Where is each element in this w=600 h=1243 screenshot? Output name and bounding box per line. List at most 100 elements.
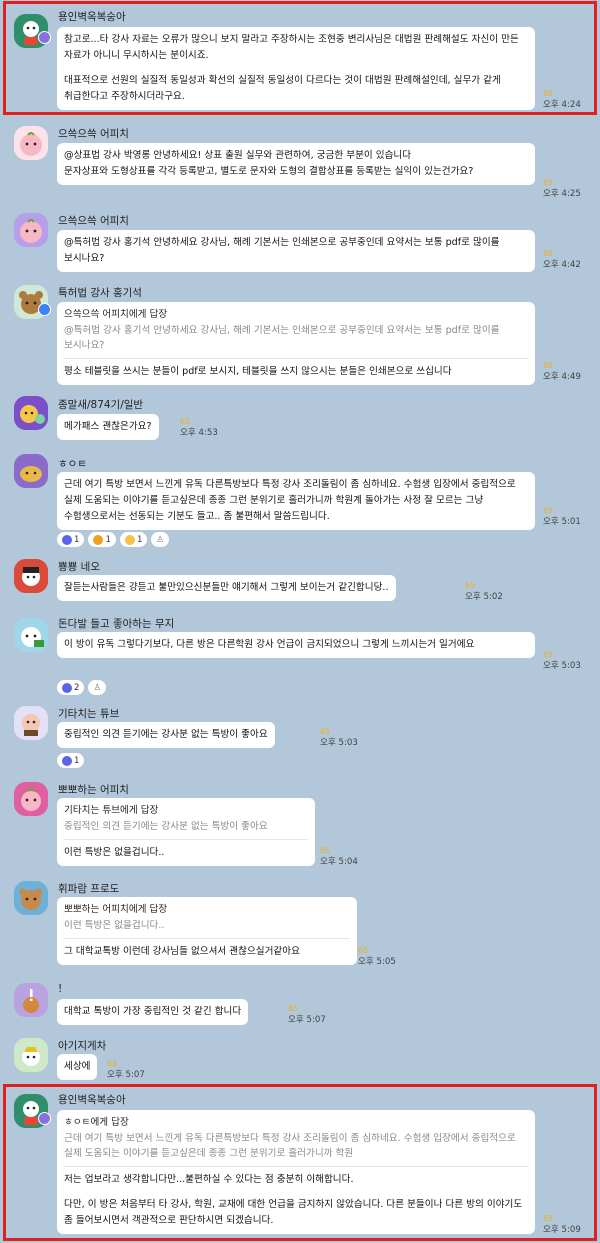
message-bubble[interactable]: 잘듣는사람들은 걍듣고 불만있으신분들만 얘기해서 그렇게 보이는거 같긴합니당…: [57, 575, 396, 601]
message-meta: 65 오후 4:42: [543, 249, 581, 270]
avatar[interactable]: [14, 1038, 48, 1072]
message-text: 잘듣는사람들은 걍듣고 불만있으신분들만 얘기해서 그렇게 보이는거 같긴합니당…: [64, 582, 389, 593]
message-bubble[interactable]: @특허법 강사 홍기석 안녕하세요 강사님, 해례 기본서는 인쇄본으로 공부중…: [57, 230, 535, 272]
message-bubble[interactable]: 대학교 톡방이 가장 중립적인 것 같긴 합니다: [57, 999, 249, 1025]
quoted-text: 근데 여기 특방 보면서 느낀게 유독 다른특방보다 특정 강사 조리돌림이 좀…: [64, 1133, 516, 1159]
sender-name: 으쓱으쓱 어피치: [58, 215, 129, 227]
message-bubble[interactable]: 중립적인 의견 듣기에는 강사분 없는 특방이 좋아요: [57, 722, 275, 748]
message-text: 세상에: [64, 1061, 91, 1072]
laugh-icon: [93, 534, 104, 545]
unread-count: 65: [543, 249, 554, 258]
reaction-like[interactable]: 1: [57, 532, 85, 547]
reaction-laugh[interactable]: 1: [88, 532, 116, 547]
message-text: 대표적으로 선원의 실질적 동일성과 확선의 실질적 동일성이 다르다는 것이 …: [64, 75, 501, 102]
message-bubble[interactable]: 기타치는 튜브에게 답장 중립적인 의견 듣기에는 강사분 없는 특방이 좋아요…: [57, 798, 315, 866]
message-meta: 65 오후 4:25: [543, 178, 581, 199]
avatar[interactable]: [14, 983, 48, 1017]
message-bubble[interactable]: 근데 여기 특방 보면서 느낀게 유독 다른특방보다 특정 강사 조리돌림이 좀…: [57, 472, 535, 530]
sender-name: 으쓱으쓱 어피치: [58, 128, 129, 140]
sender-name: 뽀뽀하는 어피치: [58, 784, 129, 796]
message-time: 오후 5:04: [320, 857, 358, 867]
reaction-like[interactable]: 1: [57, 753, 85, 768]
message-text: 근데 여기 특방 보면서 느낀게 유독 다른특방보다 특정 강사 조리돌림이 좀…: [64, 479, 516, 522]
message-bubble[interactable]: 이 방이 유독 그렇다기보다, 다른 방은 다른학원 강사 언급이 금지되었으니…: [57, 632, 535, 658]
message-time: 오후 5:09: [543, 1225, 581, 1235]
unread-count: 65: [543, 89, 554, 98]
unread-count: 65: [320, 727, 331, 736]
thumbs-up-icon: [62, 755, 72, 766]
quoted-text: 중립적인 의견 듣기에는 강사분 없는 특방이 좋아요: [64, 821, 268, 832]
message-meta: 65 오후 5:03: [543, 650, 581, 671]
quoted-text: 이런 특방은 없을겁니다..: [64, 920, 165, 931]
message-text: @상표법 강사 박영롱 안녕하세요! 상표 출원 실무와 관련하여, 궁금한 부…: [64, 150, 412, 161]
reaction-sad[interactable]: 1: [119, 532, 148, 547]
avatar[interactable]: [14, 396, 48, 430]
message-time: 오후 5:03: [543, 661, 581, 671]
sender-name: 아기지게차: [58, 1040, 107, 1052]
message-bubble[interactable]: 메가패스 괜찮은가요?: [57, 414, 159, 440]
avatar[interactable]: [14, 618, 48, 652]
message-time: 오후 5:05: [358, 957, 396, 967]
message-time: 오후 4:49: [543, 372, 581, 382]
thumbs-up-icon: [62, 682, 72, 693]
unread-count: 65: [543, 361, 554, 370]
reply-target: ㅎㅇㅌ에게 답장: [64, 1117, 129, 1128]
message-bubble[interactable]: 세상에: [57, 1054, 98, 1080]
owner-crown-icon: [38, 31, 51, 44]
message-bubble[interactable]: 참고로...타 강사 자료는 오류가 많으니 보지 말라고 주장하시는 조현중 …: [57, 27, 535, 110]
message-meta: 65 오후 5:05: [358, 946, 396, 967]
unread-count: 65: [320, 846, 331, 855]
sender-name: 돈다발 들고 좋아하는 무지: [58, 618, 175, 630]
message-text: 그 대학교톡방 이런데 강사님들 없으셔서 괜찮으실거같아요: [64, 946, 300, 957]
message-time: 오후 4:25: [543, 189, 581, 199]
message-text: 평소 테블릿을 쓰시는 분들이 pdf로 보시지, 테블릿을 쓰지 않으시는 분…: [64, 366, 452, 377]
message-meta: 65 오후 5:07: [107, 1059, 145, 1080]
message-text: 다만, 이 방은 처음부터 타 강사, 학원, 교재에 대한 언급을 금지하지 …: [64, 1199, 523, 1226]
person-icon: ♙: [93, 682, 102, 693]
message-text: 대학교 톡방이 가장 중립적인 것 같긴 합니다: [64, 1006, 242, 1017]
avatar[interactable]: [14, 559, 48, 593]
message-meta: 65 오후 4:49: [543, 361, 581, 382]
message-time: 오후 4:24: [543, 100, 581, 110]
message-text: @특허법 강사 홍기석 안녕하세요 강사님, 해례 기본서는 인쇄본으로 공부중…: [64, 237, 500, 264]
sender-name: ㅎㅇㅌ: [58, 458, 87, 470]
message-meta: 65 오후 5:09: [543, 1214, 581, 1235]
message-text: 이 방이 유독 그렇다기보다, 다른 방은 다른학원 강사 언급이 금지되었으니…: [64, 639, 475, 650]
thumbs-up-icon: [62, 534, 72, 545]
reaction-bar: 2 ♙: [57, 680, 107, 695]
unread-count: 65: [543, 1214, 554, 1223]
sender-name: 뿅뿅 네오: [58, 561, 100, 573]
message-text: 저는 업보라고 생각합니다만...불편하실 수 있다는 점 충분히 이해합니다.: [64, 1174, 354, 1185]
message-bubble[interactable]: 으쓱으쓱 어피치에게 답장 @특허법 강사 홍기석 안녕하세요 강사님, 해례 …: [57, 302, 535, 385]
message-bubble[interactable]: 뽀뽀하는 어피치에게 답장 이런 특방은 없을겁니다.. 그 대학교톡방 이런데…: [57, 897, 357, 965]
message-time: 오후 5:07: [107, 1070, 145, 1080]
owner-crown-icon: [38, 1112, 51, 1125]
unread-count: 65: [465, 581, 476, 590]
reaction-bar: 1: [57, 753, 85, 768]
message-bubble[interactable]: ㅎㅇㅌ에게 답장 근데 여기 특방 보면서 느낀게 유독 다른특방보다 특정 강…: [57, 1110, 535, 1234]
message-meta: 65 오후 4:53: [180, 417, 218, 438]
avatar[interactable]: [14, 706, 48, 740]
message-bubble[interactable]: @상표법 강사 박영롱 안녕하세요! 상표 출원 실무와 관련하여, 궁금한 부…: [57, 143, 535, 185]
reply-target: 기타치는 튜브에게 답장: [64, 805, 159, 816]
add-reaction-button[interactable]: ♙: [88, 680, 107, 695]
avatar[interactable]: [14, 454, 48, 488]
message-time: 오후 5:01: [543, 517, 581, 527]
sender-name: 특허법 강사 홍기석: [58, 287, 142, 299]
avatar[interactable]: [14, 881, 48, 915]
message-text: 참고로...타 강사 자료는 오류가 많으니 보지 말라고 주장하시는 조현중 …: [64, 34, 519, 61]
message-time: 오후 5:02: [465, 592, 503, 602]
add-reaction-button[interactable]: ♙: [151, 532, 170, 547]
manager-badge-icon: [38, 303, 51, 316]
message-time: 오후 5:07: [288, 1015, 326, 1025]
reply-target: 으쓱으쓱 어피치에게 답장: [64, 309, 168, 320]
reply-target: 뽀뽀하는 어피치에게 답장: [64, 904, 168, 915]
avatar[interactable]: [14, 213, 48, 247]
sender-name: !: [58, 983, 63, 995]
message-text: 중립적인 의견 듣기에는 강사분 없는 특방이 좋아요: [64, 729, 268, 740]
reaction-bar: 1 1 1 ♙: [57, 532, 170, 547]
message-meta: 65 오후 4:24: [543, 89, 581, 110]
avatar[interactable]: [14, 126, 48, 160]
avatar[interactable]: [14, 782, 48, 816]
reaction-like[interactable]: 2: [57, 680, 85, 695]
